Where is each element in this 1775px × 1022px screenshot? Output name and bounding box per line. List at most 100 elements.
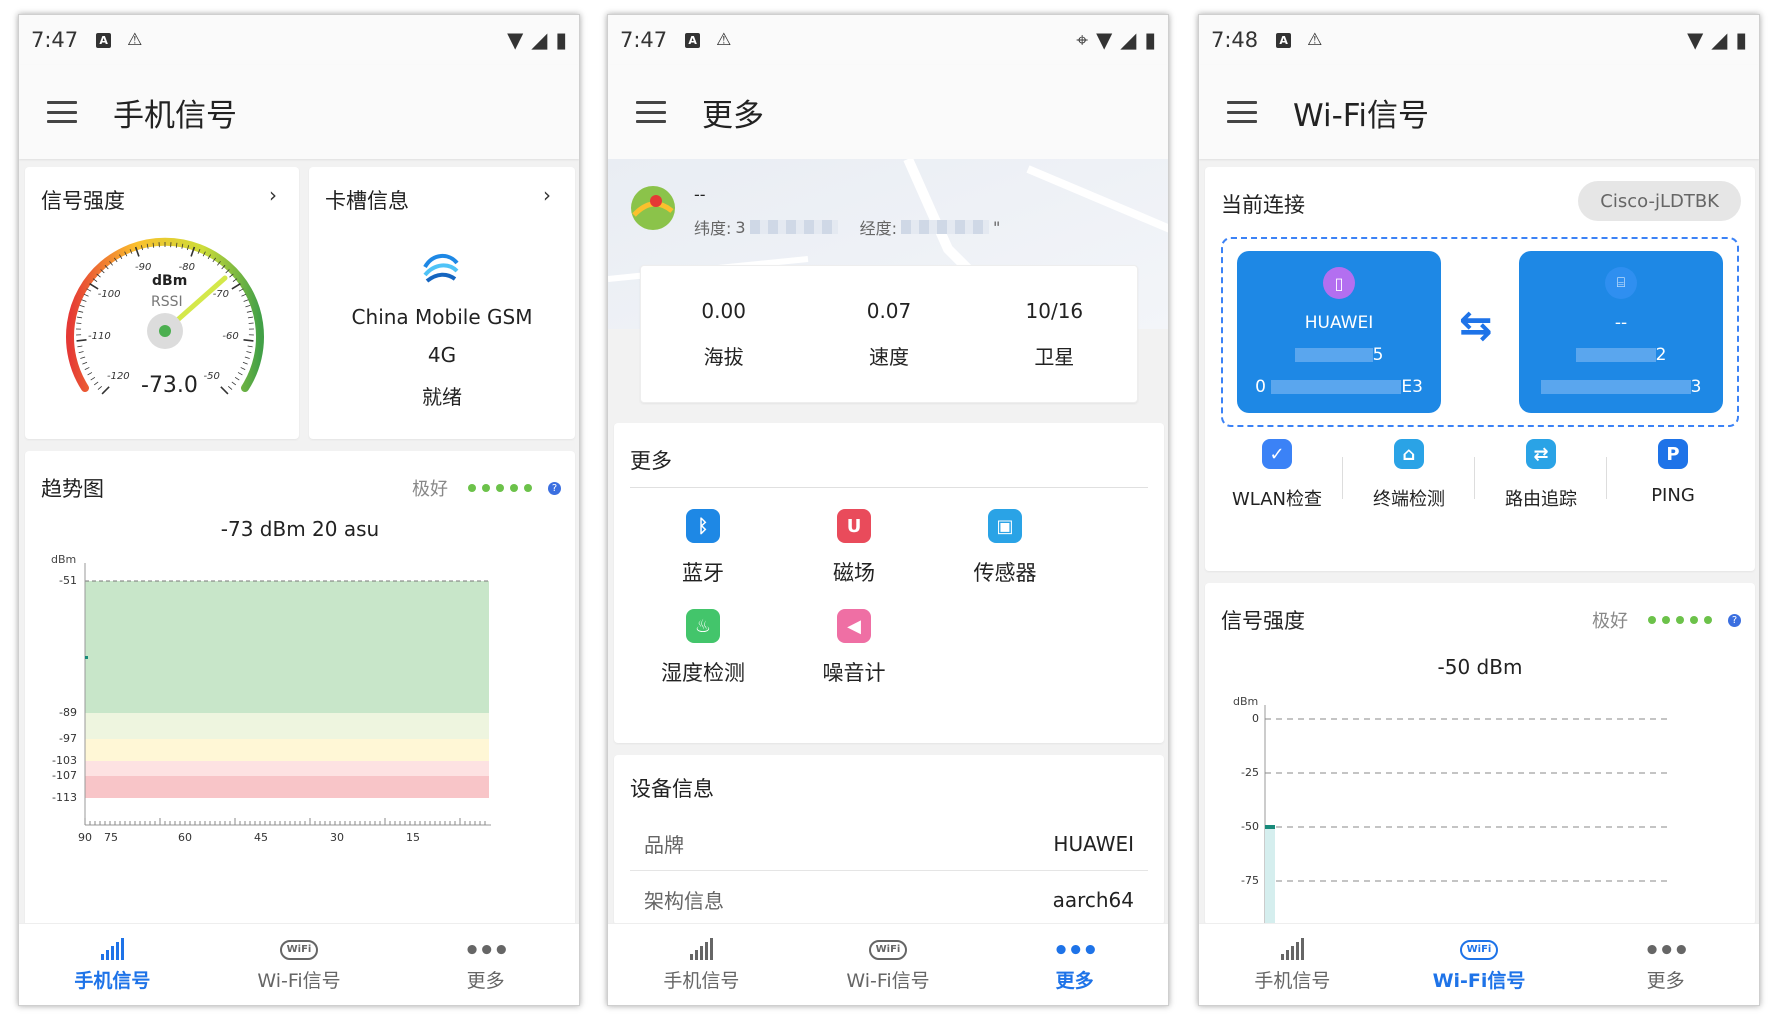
nav-more[interactable]: ••• 更多 bbox=[1572, 924, 1759, 1005]
x-tick-label: 60 bbox=[178, 831, 192, 844]
gauge-tick bbox=[238, 288, 244, 292]
stat-item: 0.00 海拔 bbox=[641, 266, 806, 402]
router-name: -- bbox=[1614, 313, 1628, 333]
gauge-tick bbox=[220, 386, 229, 395]
rating-text: 极好 bbox=[1592, 611, 1628, 632]
status-time: 7:47 bbox=[31, 28, 79, 52]
more-tools-card: 更多 ᛒ 蓝牙 U 磁场 ▣ 传感器 ♨ 湿度检测 ◀ 噪音计 bbox=[614, 423, 1164, 743]
gauge-tick bbox=[245, 305, 251, 308]
nav-label: Wi-Fi信号 bbox=[1432, 970, 1526, 992]
wifi-icon: WiFi bbox=[1459, 940, 1499, 960]
device-info-card: 设备信息 品牌 HUAWEI 架构信息 aarch64 bbox=[614, 755, 1164, 927]
status-time: 7:48 bbox=[1211, 28, 1259, 52]
device-mac-tail: E3 bbox=[1401, 377, 1423, 397]
battery-icon: ▮ bbox=[555, 28, 567, 52]
bluetooth-icon: ᛒ bbox=[686, 509, 720, 543]
wifi-status-icon: ▼ bbox=[1096, 28, 1113, 52]
y-tick-label: -50 bbox=[1241, 820, 1259, 833]
gauge-unit: dBm bbox=[152, 273, 188, 289]
help-icon[interactable]: ? bbox=[548, 481, 561, 495]
menu-icon[interactable] bbox=[636, 101, 666, 123]
phone-device-icon: ▯ bbox=[1323, 267, 1355, 299]
tool-sensor[interactable]: ▣ 传感器 bbox=[930, 509, 1080, 587]
menu-icon[interactable] bbox=[47, 101, 77, 123]
status-time: 7:47 bbox=[620, 28, 668, 52]
wifi-status-icon: ▼ bbox=[1687, 28, 1704, 52]
tool-humidity[interactable]: ♨ 湿度检测 bbox=[628, 609, 778, 687]
more-dots-icon: ••• bbox=[1052, 936, 1099, 966]
tool-label: 噪音计 bbox=[822, 661, 886, 685]
bottom-nav: 手机信号 WiFi Wi-Fi信号 ••• 更多 bbox=[1199, 923, 1759, 1005]
cell-status-icon: ◢ bbox=[1711, 28, 1728, 52]
tool-magnet[interactable]: U 磁场 bbox=[779, 509, 929, 587]
help-icon[interactable]: ? bbox=[1728, 613, 1741, 627]
y-tick-label: -113 bbox=[52, 791, 77, 804]
tool-label: 湿度检测 bbox=[661, 661, 745, 685]
tool-ping[interactable]: P PING bbox=[1607, 439, 1739, 506]
gauge-tick-label: -120 bbox=[106, 370, 130, 382]
nav-wifi[interactable]: WiFi Wi-Fi信号 bbox=[795, 924, 982, 1005]
tool-label: WLAN检查 bbox=[1231, 489, 1323, 510]
y-tick-label: -51 bbox=[59, 574, 77, 587]
gps-stats-card: 0.00 海拔 0.07 速度 10/16 卫星 bbox=[640, 265, 1138, 403]
tool-wlan-check[interactable]: ✓ WLAN检查 bbox=[1211, 439, 1343, 511]
connection-card: 当前连接 Cisco-jLDTBK ▯ HUAWEI 5 0 E3 ⇆ ⌸ --… bbox=[1205, 167, 1755, 571]
device-mac-head: 0 bbox=[1255, 377, 1266, 397]
nav-wifi[interactable]: WiFi Wi-Fi信号 bbox=[206, 924, 393, 1005]
tool-bluetooth[interactable]: ᛒ 蓝牙 bbox=[628, 509, 778, 587]
warning-icon: ⚠ bbox=[1307, 29, 1323, 50]
tool-label: 蓝牙 bbox=[682, 561, 724, 585]
sim-info-card[interactable]: 卡槽信息 › China Mobile GSM 4G 就绪 bbox=[309, 167, 575, 439]
nav-label: 手机信号 bbox=[663, 970, 740, 992]
humidity-icon: ♨ bbox=[686, 609, 720, 643]
redacted-longitude bbox=[901, 220, 989, 234]
cell-status-icon: ◢ bbox=[1120, 28, 1137, 52]
tool-label: 传感器 bbox=[973, 561, 1037, 585]
nav-more[interactable]: ••• 更多 bbox=[392, 924, 579, 1005]
redacted bbox=[1575, 348, 1656, 362]
gauge-tick bbox=[81, 299, 87, 302]
location-name: -- bbox=[694, 185, 706, 204]
gauge-tick bbox=[237, 372, 243, 376]
gauge-tick bbox=[79, 305, 85, 308]
sim-state: 就绪 bbox=[422, 385, 462, 409]
nav-wifi[interactable]: WiFi Wi-Fi信号 bbox=[1386, 924, 1573, 1005]
nav-more[interactable]: ••• 更多 bbox=[981, 924, 1168, 1005]
gauge-tick bbox=[87, 372, 93, 376]
device-box[interactable]: ▯ HUAWEI 5 0 E3 bbox=[1237, 251, 1441, 413]
ping-icon: P bbox=[1658, 439, 1688, 469]
device-mac: 0 E3 bbox=[1237, 377, 1441, 397]
gauge-label: RSSI bbox=[151, 294, 183, 310]
tool-label: 终端检测 bbox=[1373, 489, 1445, 510]
tool-route-trace[interactable]: ⇄ 路由追踪 bbox=[1475, 439, 1607, 511]
router-box[interactable]: ⌸ -- 2 3 bbox=[1519, 251, 1723, 413]
card-title: 当前连接 bbox=[1221, 193, 1305, 217]
card-title: 更多 bbox=[630, 449, 672, 473]
nav-cellular[interactable]: 手机信号 bbox=[608, 924, 795, 1005]
tool-noise-meter[interactable]: ◀ 噪音计 bbox=[779, 609, 929, 687]
connection-frame: ▯ HUAWEI 5 0 E3 ⇆ ⌸ -- 2 3 bbox=[1221, 237, 1739, 427]
gauge-tick bbox=[231, 381, 237, 386]
nav-cellular[interactable]: 手机信号 bbox=[1199, 924, 1386, 1005]
redacted-latitude bbox=[749, 220, 838, 234]
noise-meter-icon: ◀ bbox=[837, 609, 871, 643]
gauge-tick bbox=[78, 351, 84, 354]
rating-dot bbox=[510, 484, 518, 492]
tool-terminal-detect[interactable]: ⌂ 终端检测 bbox=[1343, 439, 1475, 511]
tool-label: PING bbox=[1651, 485, 1695, 506]
page-title: Wi-Fi信号 bbox=[1293, 97, 1429, 134]
nav-cellular[interactable]: 手机信号 bbox=[19, 924, 206, 1005]
menu-icon[interactable] bbox=[1227, 101, 1257, 123]
gauge-tick bbox=[82, 361, 88, 365]
app-bar: Wi-Fi信号 bbox=[1199, 65, 1759, 159]
gauge-tick bbox=[101, 386, 110, 395]
router-mac: 3 bbox=[1519, 377, 1723, 397]
ssid-chip[interactable]: Cisco-jLDTBK bbox=[1578, 181, 1741, 221]
signal-strength-card[interactable]: 信号强度 › dBm RSSI -73.0 -120 -110 -100 -90 -80… bbox=[25, 167, 299, 439]
divider bbox=[630, 487, 1148, 488]
lat-label: 纬度: bbox=[694, 219, 732, 238]
rating-dot bbox=[468, 484, 476, 492]
page-title: 手机信号 bbox=[113, 97, 237, 134]
gauge-tick-label: -70 bbox=[212, 288, 230, 300]
operator-name: China Mobile GSM bbox=[351, 305, 533, 329]
